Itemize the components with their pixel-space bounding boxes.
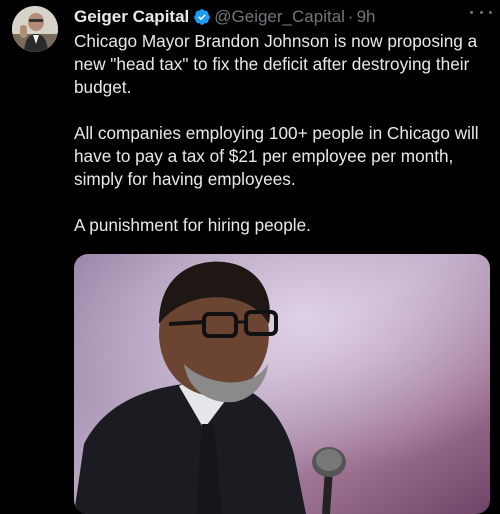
tweet-header: Geiger Capital @Geiger_Capital · 9h bbox=[74, 6, 492, 28]
photo-image bbox=[74, 254, 490, 514]
tweet-paragraph: All companies employing 100+ people in C… bbox=[74, 123, 479, 189]
verified-badge-icon bbox=[194, 9, 211, 25]
author-name[interactable]: Geiger Capital bbox=[74, 7, 189, 27]
tweet-media-photo[interactable] bbox=[74, 254, 490, 514]
author-handle[interactable]: @Geiger_Capital bbox=[214, 7, 345, 27]
tweet-paragraph: A punishment for hiring people. bbox=[74, 215, 311, 235]
author-avatar[interactable] bbox=[12, 6, 58, 52]
tweet-paragraph: Chicago Mayor Brandon Johnson is now pro… bbox=[74, 31, 478, 97]
tweet-timestamp[interactable]: 9h bbox=[357, 7, 376, 27]
more-options-icon[interactable] bbox=[470, 4, 492, 20]
avatar-image bbox=[12, 6, 58, 52]
tweet-text: Chicago Mayor Brandon Johnson is now pro… bbox=[74, 30, 498, 260]
header-separator: · bbox=[347, 7, 354, 26]
